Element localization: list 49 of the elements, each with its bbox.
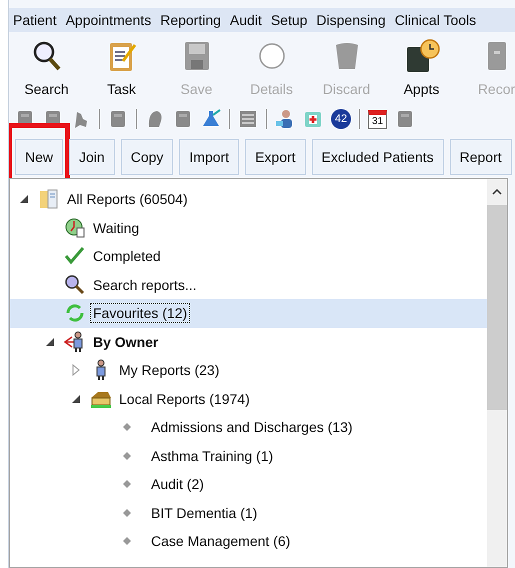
tree-item[interactable]: Waiting [10,214,487,242]
medical-kit-icon[interactable] [303,109,323,129]
tree-item[interactable]: Audit (2) [10,470,487,498]
collapse-icon[interactable] [72,394,80,403]
toolbar-button[interactable]: Export [245,139,306,175]
toolbar-button[interactable]: Search [9,35,84,101]
tree-item[interactable]: Asthma Training (1) [10,442,487,470]
tree-item[interactable]: Case Management (6) [10,527,487,556]
toolbar-button[interactable]: Import [179,139,240,175]
magnifier-icon [32,39,62,73]
collapse-icon[interactable] [20,195,28,204]
calendar-icon[interactable]: 31 [368,110,387,128]
tree-item[interactable]: Search reports... [10,270,487,299]
menu-item[interactable]: Patient [13,12,57,28]
menu-item[interactable]: Dispensing [316,12,386,28]
toolbar-button[interactable]: New [15,139,64,175]
scroll-up-icon[interactable] [492,189,502,195]
menu-item[interactable]: Clinical Tools [394,12,476,28]
tree-item[interactable]: My Reports (23) [10,356,487,384]
toolbar-button[interactable]: Report [450,139,512,175]
tree-item[interactable]: Favourites (12) [10,299,487,328]
tree-item[interactable]: Completed [10,242,487,270]
refresh-icon [64,302,86,324]
expand-icon[interactable] [72,364,80,376]
toolbar-button[interactable]: Copy [120,139,174,175]
tree-item[interactable]: Local Reports (1974) [10,384,487,413]
menu-item[interactable]: Appointments [66,12,152,28]
menu-item[interactable]: Setup [270,12,308,28]
number-badge-icon[interactable]: 42 [331,109,351,129]
scrollbar[interactable] [487,179,507,567]
tree-item[interactable]: By Owner [10,328,487,356]
tree-item[interactable]: All Reports (60504) [10,185,487,214]
tree-item[interactable]: BIT Dementia (1) [10,498,487,527]
tree-item[interactable]: Admissions and Discharges (13) [10,413,487,442]
cabinet-icon [486,39,508,73]
clock-icon [64,216,86,239]
scrollbar-thumb[interactable] [487,205,507,410]
toolbar-button[interactable]: Appts [384,35,459,101]
toolbar-button[interactable]: Join [69,139,115,175]
flask-icon[interactable] [201,109,221,129]
magnifier-icon [64,274,86,296]
collapse-icon[interactable] [46,338,54,346]
book-icon [38,188,60,210]
list-icon[interactable] [238,109,258,129]
menu-item[interactable]: Reporting [160,12,221,28]
menu-item[interactable]: Audit [230,12,262,28]
toolbar-button[interactable]: Excluded Patients [312,139,444,175]
person-icon[interactable] [275,109,295,129]
toolbar-button[interactable]: Task [84,35,159,101]
